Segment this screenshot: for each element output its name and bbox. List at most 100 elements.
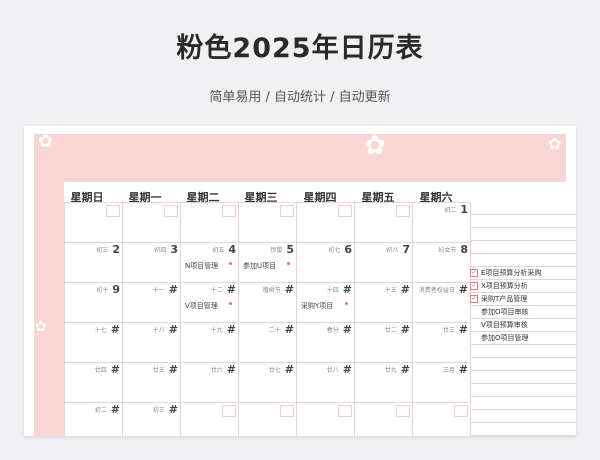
task-item[interactable] xyxy=(470,410,576,423)
day-cell[interactable]: 廿二 # xyxy=(354,322,413,363)
day-number: # xyxy=(110,323,120,336)
day-cell[interactable]: 廿四 # xyxy=(64,362,123,403)
lunar-date: 十七 xyxy=(94,327,107,334)
day-cell[interactable]: 廿九 # xyxy=(354,362,413,403)
empty-day-box xyxy=(106,205,120,217)
day-cell[interactable]: 二十 # xyxy=(238,322,297,363)
checkbox-icon[interactable]: ✓ xyxy=(470,269,478,277)
task-item[interactable] xyxy=(470,397,576,410)
day-header: 廿五 # xyxy=(153,363,178,376)
day-cell[interactable]: 春分 # xyxy=(296,322,355,363)
day-cell[interactable]: 三月 # xyxy=(412,362,471,403)
day-cell[interactable] xyxy=(354,202,413,243)
task-item[interactable]: ✓ X项目预算分析 xyxy=(470,280,576,293)
day-number: # xyxy=(400,283,410,296)
day-header: 十七 # xyxy=(95,323,120,336)
day-cell[interactable]: 初四 3 xyxy=(122,242,181,283)
day-number: # xyxy=(458,323,468,336)
day-cell[interactable] xyxy=(296,402,355,436)
empty-day-box xyxy=(280,205,294,217)
lunar-date: 春分 xyxy=(326,327,339,334)
checkbox-icon[interactable]: ✓ xyxy=(470,282,478,290)
day-cell[interactable]: 廿七 # xyxy=(238,362,297,403)
task-item[interactable]: 参加O项目审核 xyxy=(470,306,576,319)
day-cell[interactable]: 十七 # xyxy=(64,322,123,363)
day-header: 三月 # xyxy=(443,363,468,376)
task-item[interactable] xyxy=(470,241,576,254)
day-header: 初四 3 xyxy=(154,243,178,256)
day-cell[interactable]: 消费者权益日 # xyxy=(412,282,471,323)
day-number: # xyxy=(284,323,294,336)
task-item[interactable]: ✓ 采购T产品管理 xyxy=(470,293,576,306)
task-item[interactable] xyxy=(470,358,576,371)
day-cell[interactable]: 初五 4 N项目管理 xyxy=(180,242,239,283)
day-cell[interactable] xyxy=(412,402,471,436)
day-number: # xyxy=(284,283,294,296)
day-cell[interactable]: 十五 # xyxy=(354,282,413,323)
calendar-week-row: 初二 # 初三 # xyxy=(64,402,471,436)
page-subtitle: 简单易用 / 自动统计 / 自动更新 xyxy=(209,90,391,105)
day-header: 十二 # xyxy=(211,283,236,296)
day-cell[interactable]: 初十 9 xyxy=(64,282,123,323)
day-cell[interactable]: 廿五 # xyxy=(122,362,181,403)
day-cell[interactable]: 廿六 # xyxy=(180,362,239,403)
day-cell[interactable]: 十四 # 采购Y项目 xyxy=(296,282,355,323)
task-item[interactable]: ✓ E项目预算分析采购 xyxy=(470,267,576,280)
day-cell[interactable]: 初二 1 xyxy=(412,202,471,243)
day-cell[interactable] xyxy=(180,402,239,436)
day-cell[interactable] xyxy=(122,202,181,243)
event-label: 采购Y项目 xyxy=(301,302,334,310)
day-cell[interactable]: 初三 # xyxy=(122,402,181,436)
day-cell[interactable]: 惊蛰 5 参加U项目 xyxy=(238,242,297,283)
day-header: 初十 9 xyxy=(96,283,120,296)
task-item[interactable] xyxy=(470,345,576,358)
day-cell[interactable]: 初三 2 xyxy=(64,242,123,283)
day-cell[interactable] xyxy=(180,202,239,243)
day-cell[interactable]: 十八 # xyxy=(122,322,181,363)
lunar-date: 初八 xyxy=(386,247,399,254)
day-cell[interactable]: 初八 7 xyxy=(354,242,413,283)
day-cell[interactable] xyxy=(64,202,123,243)
day-number: 1 xyxy=(460,203,468,216)
task-item[interactable] xyxy=(470,371,576,384)
day-header: 廿六 # xyxy=(211,363,236,376)
task-item[interactable]: V项目预算审核 xyxy=(470,319,576,332)
task-item[interactable] xyxy=(470,215,576,228)
lunar-date: 廿九 xyxy=(384,367,397,374)
day-header: 初三 2 xyxy=(96,243,120,256)
day-cell[interactable]: 初二 # xyxy=(64,402,123,436)
day-number: # xyxy=(284,363,294,376)
checkbox-icon[interactable]: ✓ xyxy=(470,295,478,303)
day-cell[interactable]: 十一 # xyxy=(122,282,181,323)
day-cell[interactable]: 植树节 # xyxy=(238,282,297,323)
empty-day-box xyxy=(164,205,178,217)
day-cell[interactable] xyxy=(354,402,413,436)
day-cell[interactable]: 十九 # xyxy=(180,322,239,363)
day-header: 初八 7 xyxy=(386,243,410,256)
day-cell[interactable]: 十二 # V项目管理 xyxy=(180,282,239,323)
task-item[interactable]: 参加O项目管理 xyxy=(470,332,576,345)
day-cell[interactable] xyxy=(296,202,355,243)
lunar-date: 初二 xyxy=(444,207,457,214)
day-cell[interactable]: 妇女节 8 xyxy=(412,242,471,283)
calendar-week-row: 廿四 # 廿五 # 廿六 # 廿七 # 廿八 # 廿九 # 三月 # xyxy=(64,362,471,403)
day-header: 十八 # xyxy=(153,323,178,336)
empty-day-box xyxy=(396,205,410,217)
task-item[interactable] xyxy=(470,254,576,267)
day-number: 3 xyxy=(170,243,178,256)
day-header: 春分 # xyxy=(327,323,352,336)
event-label: N项目管理 xyxy=(185,262,219,270)
day-number: # xyxy=(226,323,236,336)
task-item[interactable] xyxy=(470,228,576,241)
day-cell[interactable] xyxy=(238,402,297,436)
day-cell[interactable]: 廿八 # xyxy=(296,362,355,403)
day-cell[interactable]: 初七 6 xyxy=(296,242,355,283)
lunar-date: 消费者权益日 xyxy=(418,287,455,294)
day-cell[interactable]: 廿三 # xyxy=(412,322,471,363)
day-cell[interactable] xyxy=(238,202,297,243)
task-item[interactable] xyxy=(470,384,576,397)
task-item[interactable] xyxy=(470,202,576,215)
day-header: 廿八 # xyxy=(327,363,352,376)
task-item[interactable] xyxy=(470,423,576,436)
empty-day-box xyxy=(222,205,236,217)
